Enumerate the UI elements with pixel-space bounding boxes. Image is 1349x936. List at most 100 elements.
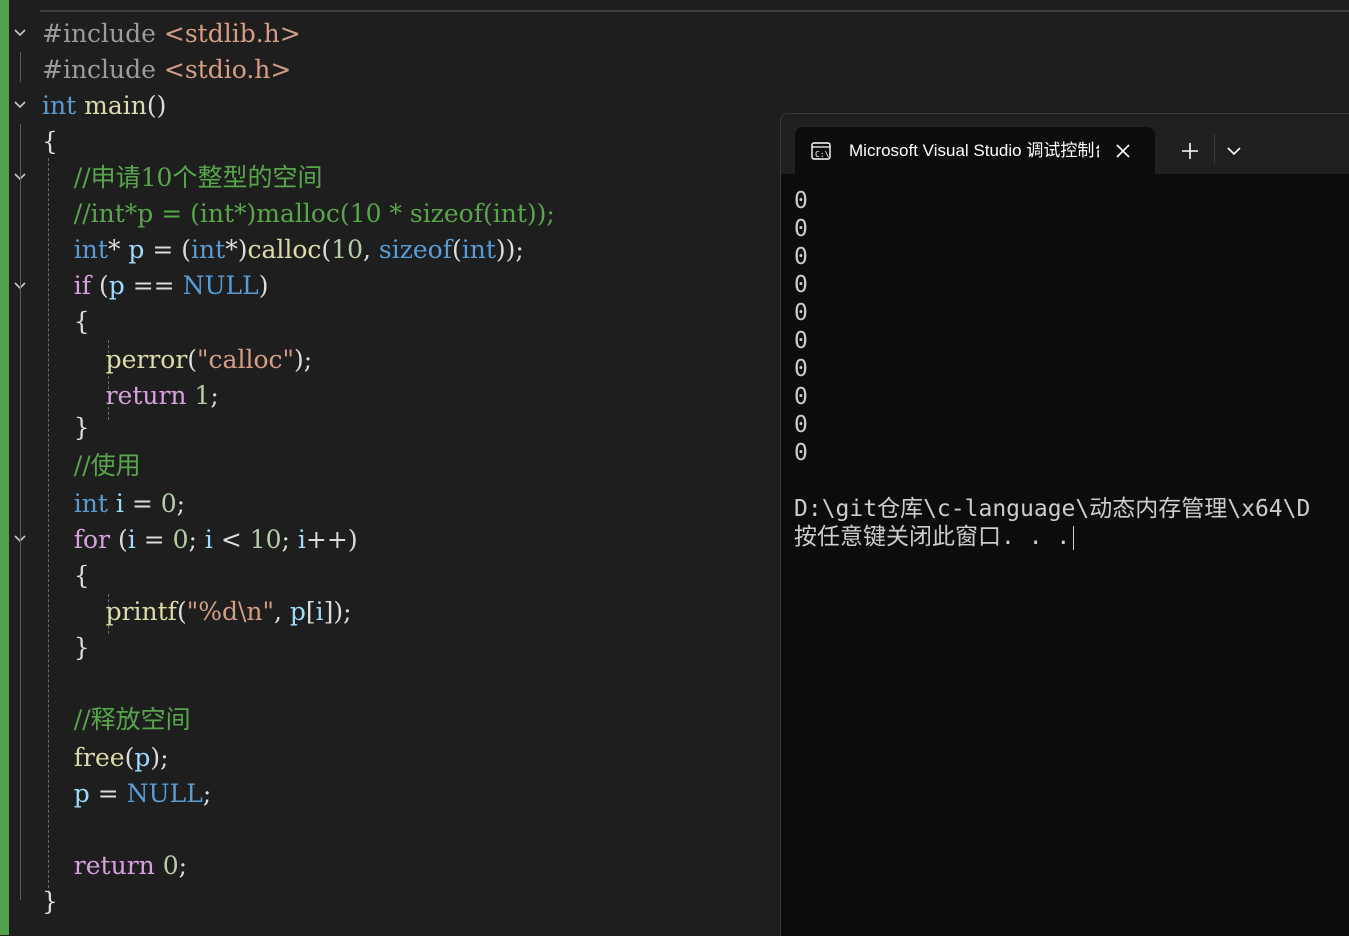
line-comment-apply[interactable]: //申请10个整型的空间: [42, 160, 323, 196]
line-open-brace-if[interactable]: {: [42, 304, 90, 340]
line-printf[interactable]: printf("%d\n", p[i]);: [42, 594, 352, 630]
line-null-assign[interactable]: p = NULL;: [42, 776, 211, 812]
close-icon[interactable]: [1113, 141, 1133, 161]
code-token: =: [123, 489, 161, 518]
code-token: (: [321, 235, 332, 264]
chevron-down-icon[interactable]: [1225, 142, 1243, 160]
text-cursor: [1073, 525, 1075, 550]
line-comment-free[interactable]: //释放空间: [42, 702, 191, 738]
console-tab-title: Microsoft Visual Studio 调试控制台: [849, 141, 1099, 160]
line-calloc[interactable]: int* p = (int*)calloc(10, sizeof(int));: [42, 232, 524, 268]
code-token: int: [73, 489, 108, 518]
line-close-brace-for[interactable]: }: [42, 630, 90, 666]
output-line: 0: [794, 412, 808, 438]
code-token: #include: [42, 19, 164, 48]
fold-chevron-icon[interactable]: [11, 24, 29, 42]
output-line: 0: [794, 300, 808, 326]
line-comment-use[interactable]: //使用: [42, 448, 141, 484]
code-token: [: [305, 597, 316, 626]
code-token: );: [150, 743, 169, 772]
code-token: );: [294, 345, 313, 374]
line-close-brace-if[interactable]: }: [42, 410, 90, 446]
line-include-stdlib[interactable]: #include <stdlib.h>: [42, 16, 301, 52]
line-return-1[interactable]: return 1;: [42, 378, 219, 414]
line-free[interactable]: free(p);: [42, 740, 169, 776]
code-token: free: [73, 743, 125, 772]
line-return-0[interactable]: return 0;: [42, 848, 187, 884]
line-for[interactable]: for (i = 0; i < 10; i++): [42, 522, 358, 558]
code-token: ,: [273, 597, 290, 626]
terminal-icon: C:\: [811, 142, 831, 160]
code-token: (: [110, 525, 128, 554]
code-token: //使用: [73, 451, 141, 480]
code-token: i: [204, 525, 213, 554]
output-line: 0: [794, 384, 808, 410]
code-token: "%d\n": [186, 597, 274, 626]
code-token: ;: [281, 525, 298, 554]
code-token: int: [191, 235, 226, 264]
code-token: 1: [194, 381, 211, 410]
code-token: 0: [160, 489, 177, 518]
fold-chevron-icon[interactable]: [11, 96, 29, 114]
code-token: =: [135, 525, 173, 554]
code-token: = (: [144, 235, 192, 264]
output-line: 0: [794, 216, 808, 242]
output-prompt-line: 按任意键关闭此窗口. . .: [794, 523, 1349, 551]
code-token: p: [134, 743, 151, 772]
code-token: sizeof: [378, 235, 452, 264]
debug-console-window[interactable]: C:\ Microsoft Visual Studio 调试控制台 0 0 0 …: [780, 113, 1349, 936]
code-token: p: [108, 271, 125, 300]
code-token: for: [73, 525, 111, 554]
line-main-signature[interactable]: int main(): [42, 88, 166, 124]
outline-guide: [20, 52, 21, 82]
line-include-stdio[interactable]: #include <stdio.h>: [42, 52, 291, 88]
code-token: }: [42, 887, 58, 916]
code-token: ): [258, 271, 269, 300]
output-line: 0: [794, 188, 808, 214]
code-token: main: [84, 91, 147, 120]
code-token: ++): [305, 525, 358, 554]
code-token: int: [42, 91, 77, 120]
tab-strip-separator: [1214, 134, 1215, 164]
line-open-brace-for[interactable]: {: [42, 558, 90, 594]
code-token: (: [187, 345, 198, 374]
console-output[interactable]: 0 0 0 0 0 0 0 0 0 0 D:\git仓库\c-language\…: [794, 187, 1349, 551]
code-token: int: [461, 235, 496, 264]
line-comment-malloc[interactable]: //int*p = (int*)malloc(10 * sizeof(int))…: [42, 196, 555, 232]
code-token: p: [128, 235, 145, 264]
code-token: if: [73, 271, 92, 300]
code-token: ==: [124, 271, 183, 300]
line-open-brace-main[interactable]: {: [42, 124, 58, 160]
code-token: <stdlib.h>: [163, 19, 301, 48]
line-int-i[interactable]: int i = 0;: [42, 486, 185, 522]
code-token: p: [289, 597, 306, 626]
console-tab[interactable]: C:\ Microsoft Visual Studio 调试控制台: [795, 127, 1155, 175]
code-token: *: [107, 235, 129, 264]
code-token: {: [42, 307, 90, 336]
code-token: ;: [188, 525, 205, 554]
code-token: #include: [42, 55, 164, 84]
code-token: <stdio.h>: [163, 55, 292, 84]
code-token: ;: [202, 779, 212, 808]
output-line: 0: [794, 440, 808, 466]
line-close-brace-main[interactable]: }: [42, 884, 58, 920]
editor-top-divider: [40, 10, 1349, 12]
console-tab-strip: C:\ Microsoft Visual Studio 调试控制台: [781, 114, 1349, 175]
plus-icon[interactable]: [1177, 138, 1203, 164]
code-token: p: [73, 779, 90, 808]
line-if-null[interactable]: if (p == NULL): [42, 268, 269, 304]
code-token: int: [73, 235, 108, 264]
svg-text:C:\: C:\: [815, 150, 830, 159]
code-token: <: [212, 525, 250, 554]
line-perror[interactable]: perror("calloc");: [42, 342, 313, 378]
